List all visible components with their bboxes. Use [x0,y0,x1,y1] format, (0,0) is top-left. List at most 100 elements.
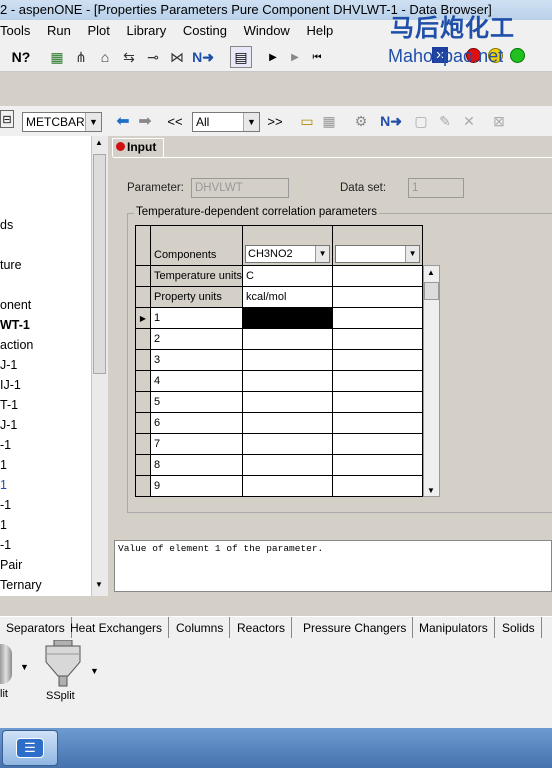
flowsheet-icon[interactable]: ⋔ [70,46,92,68]
review-icon[interactable]: ⊠ [488,110,510,132]
delete-icon[interactable]: ✕ [458,110,480,132]
element-cell[interactable] [332,391,424,413]
temperature-units-cell-2[interactable] [332,265,424,287]
chevron-down-icon[interactable]: ▼ [90,666,99,676]
menu-window[interactable]: Window [244,23,290,38]
element-cell[interactable] [332,370,424,392]
forward-arrow-icon[interactable]: ➡ [134,110,156,132]
sensitivity-icon[interactable]: ⋈ [166,46,188,68]
element-cell[interactable] [242,412,334,434]
element-cell[interactable] [242,454,334,476]
tree-item[interactable]: ture [0,258,22,272]
element-cell[interactable] [242,349,334,371]
new-icon[interactable]: ▢ [410,110,432,132]
grid-scrollbar[interactable]: ▲ ▼ [423,265,440,497]
taskbar-app-button[interactable]: ☰ [2,730,58,766]
tree-item[interactable]: onent [0,298,31,312]
play-icon[interactable]: ▶ [262,46,284,68]
scroll-up-icon[interactable]: ▲ [427,268,435,277]
element-cell[interactable] [242,328,334,350]
tree-item[interactable]: IJ-1 [0,378,21,392]
tree-item[interactable]: -1 [0,538,11,552]
tree-item[interactable]: 1 [0,478,7,492]
tab-reactors[interactable]: Reactors [231,617,293,639]
next-icon[interactable]: N➜ [192,46,214,68]
ssplit-model-icon[interactable] [40,639,86,688]
element-cell[interactable] [332,433,424,455]
tab-heat-exchangers[interactable]: Heat Exchangers [64,617,170,639]
notes-icon[interactable]: ▭ [296,110,318,132]
chevron-down-icon[interactable]: ▼ [315,246,330,262]
element-cell[interactable] [242,433,334,455]
element-cell[interactable] [332,328,424,350]
chevron-down-icon[interactable]: ▼ [20,662,29,672]
tree-item[interactable]: -1 [0,498,11,512]
scroll-down-icon[interactable]: ▼ [427,486,435,495]
tree-item[interactable]: J-1 [0,418,17,432]
edit-icon[interactable]: ✎ [434,110,456,132]
streams-icon[interactable]: ⇆ [118,46,140,68]
tab-pressure-changers[interactable]: Pressure Changers [297,617,414,639]
folder-tree-icon[interactable]: ⊟ [0,110,14,128]
component-2-combo[interactable]: ▼ [335,245,421,263]
tree-item[interactable]: Ternary [0,578,42,592]
element-cell-selected[interactable] [242,307,334,329]
plant-icon[interactable]: ⌂ [94,46,116,68]
temperature-units-cell[interactable]: C [242,265,334,287]
chart-icon[interactable]: ▦ [46,46,68,68]
units-set-combo[interactable]: METCBAR ▼ [22,112,102,132]
calculator-icon[interactable]: ▤ [230,46,252,68]
element-cell[interactable] [332,307,424,329]
menu-costing[interactable]: Costing [183,23,227,38]
menu-plot[interactable]: Plot [87,23,109,38]
element-cell[interactable] [242,370,334,392]
scroll-thumb[interactable] [424,282,439,300]
tab-columns[interactable]: Columns [170,617,231,639]
next-input-icon[interactable]: N➜ [380,110,402,132]
settings-icon[interactable]: ⚙ [350,110,372,132]
fsplit-model-icon[interactable] [0,644,12,684]
chevron-down-icon[interactable]: ▼ [85,113,101,131]
analysis-icon[interactable]: ⊸ [142,46,164,68]
back-arrow-icon[interactable]: ⬅ [112,110,134,132]
tree-item[interactable]: 1 [0,458,7,472]
splitter[interactable] [0,596,552,616]
scroll-thumb[interactable] [93,154,106,374]
element-cell[interactable] [242,475,334,497]
step-icon[interactable]: ▶ [284,46,306,68]
status-icon[interactable]: ▦ [318,110,340,132]
menu-library[interactable]: Library [127,23,167,38]
tree-item[interactable]: action [0,338,33,352]
element-cell[interactable] [332,454,424,476]
previous-form-button[interactable]: << [164,110,186,132]
filter-combo[interactable]: All ▼ [192,112,260,132]
menu-tools[interactable]: Tools [0,23,30,38]
tree-item-selected[interactable]: WT-1 [0,318,30,332]
next-form-button[interactable]: >> [264,110,286,132]
tree-item[interactable]: 1 [0,518,7,532]
scroll-down-icon[interactable]: ▼ [95,580,103,589]
reset-icon[interactable]: ⏮ [306,46,328,68]
tree-item[interactable]: T-1 [0,398,18,412]
tree-item[interactable]: ds [0,218,13,232]
chevron-down-icon[interactable]: ▼ [405,246,420,262]
menu-run[interactable]: Run [47,23,71,38]
tree-item[interactable]: -1 [0,438,11,452]
tab-manipulators[interactable]: Manipulators [413,617,495,639]
element-cell[interactable] [242,391,334,413]
element-cell[interactable] [332,349,424,371]
tree-item[interactable]: Pair [0,558,22,572]
component-1-combo[interactable]: CH3NO2 ▼ [245,245,331,263]
tree-item[interactable]: J-1 [0,358,17,372]
whats-this-icon[interactable]: N? [10,46,32,68]
element-cell[interactable] [332,412,424,434]
property-units-cell-2[interactable] [332,286,424,308]
chevron-down-icon[interactable]: ▼ [243,113,259,131]
tab-solids[interactable]: Solids [496,617,542,639]
tree-scrollbar[interactable]: ▲ ▼ [91,136,108,596]
scroll-up-icon[interactable]: ▲ [95,138,103,147]
tab-separators[interactable]: Separators [0,617,72,639]
property-units-cell[interactable]: kcal/mol [242,286,334,308]
tab-input[interactable]: Input [112,138,164,157]
element-cell[interactable] [332,475,424,497]
